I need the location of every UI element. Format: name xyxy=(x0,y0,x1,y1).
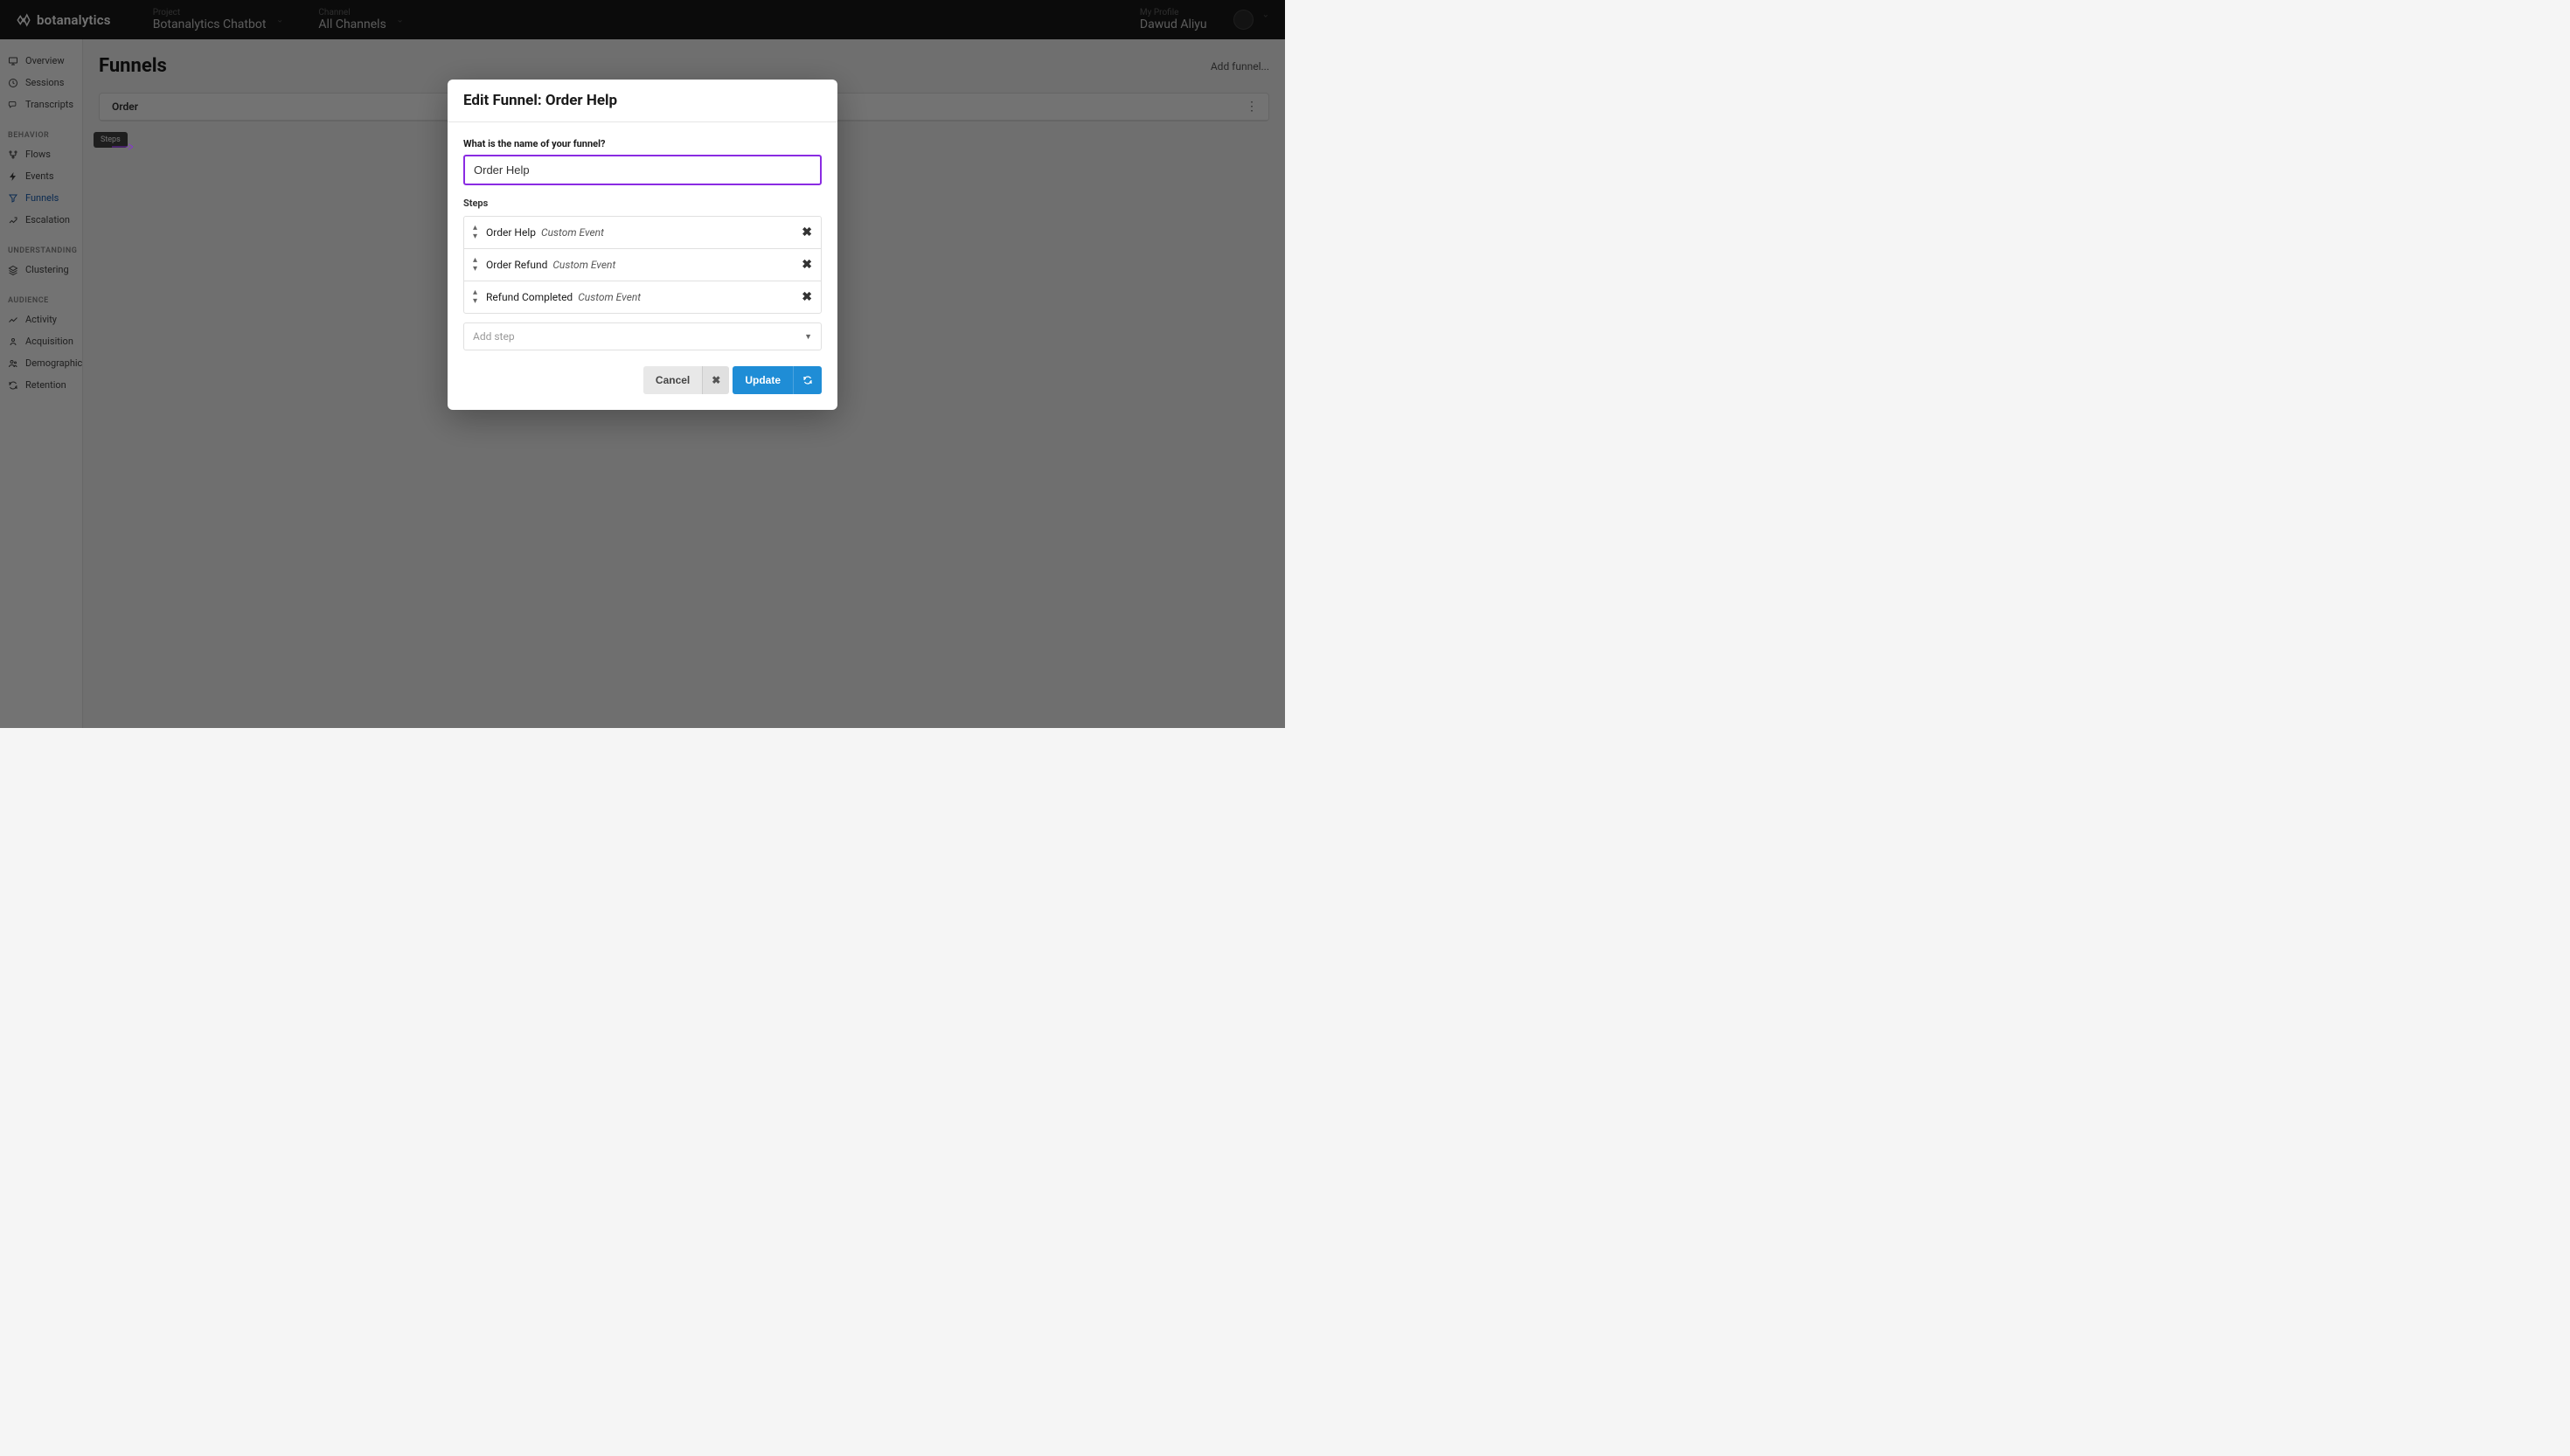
steps-list: ▴▾ Order Help Custom Event ✖ ▴▾ Order Re… xyxy=(463,216,822,314)
remove-step-icon[interactable]: ✖ xyxy=(802,225,812,239)
drag-handle-icon[interactable]: ▴▾ xyxy=(473,224,477,241)
modal-footer: Cancel ✖ Update xyxy=(448,366,837,410)
update-button[interactable]: Update xyxy=(733,366,794,394)
modal-header: Edit Funnel: Order Help xyxy=(448,80,837,122)
step-type: Custom Event xyxy=(552,259,615,271)
edit-funnel-modal: Edit Funnel: Order Help What is the name… xyxy=(448,80,837,410)
funnel-name-input[interactable] xyxy=(463,155,822,185)
modal-title: Edit Funnel: Order Help xyxy=(463,92,822,109)
drag-handle-icon[interactable]: ▴▾ xyxy=(473,256,477,274)
remove-step-icon[interactable]: ✖ xyxy=(802,290,812,304)
step-row: ▴▾ Order Help Custom Event ✖ xyxy=(464,217,821,249)
modal-body: What is the name of your funnel? Steps ▴… xyxy=(448,122,837,366)
step-row: ▴▾ Order Refund Custom Event ✖ xyxy=(464,249,821,281)
update-refresh-button[interactable] xyxy=(794,366,822,394)
arrow-annotation xyxy=(112,138,133,155)
drag-handle-icon[interactable]: ▴▾ xyxy=(473,288,477,306)
funnel-name-label: What is the name of your funnel? xyxy=(463,138,822,149)
cancel-button-group: Cancel ✖ xyxy=(643,366,729,394)
add-step-placeholder: Add step xyxy=(473,330,515,343)
step-row: ▴▾ Refund Completed Custom Event ✖ xyxy=(464,281,821,313)
step-type: Custom Event xyxy=(578,291,641,303)
remove-step-icon[interactable]: ✖ xyxy=(802,258,812,272)
cancel-x-button[interactable]: ✖ xyxy=(703,366,729,394)
caret-down-icon: ▼ xyxy=(804,332,812,342)
steps-label: Steps xyxy=(463,198,822,209)
step-type: Custom Event xyxy=(541,226,604,239)
step-name: Refund Completed xyxy=(486,291,573,303)
add-step-select[interactable]: Add step ▼ xyxy=(463,322,822,350)
step-name: Order Refund xyxy=(486,259,547,271)
update-button-group: Update xyxy=(733,366,822,394)
step-name: Order Help xyxy=(486,226,536,239)
cancel-button[interactable]: Cancel xyxy=(643,366,703,394)
